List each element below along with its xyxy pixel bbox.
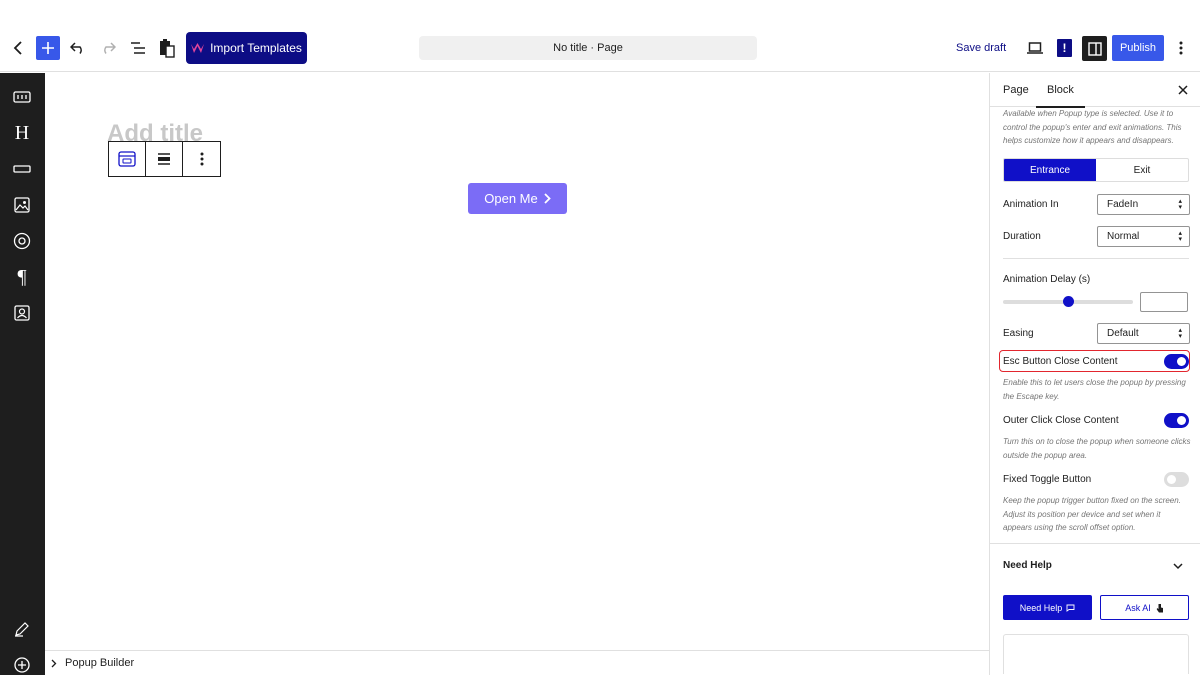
chat-icon [1066,604,1075,612]
heading-icon[interactable]: H [11,122,33,144]
redo-icon[interactable] [98,38,118,58]
tab-block[interactable]: Block [1036,73,1085,108]
outer-click-label: Outer Click Close Content [1003,415,1119,426]
select-arrows-icon: ▴ ▾ [1178,230,1182,243]
breadcrumb-item[interactable]: Popup Builder [65,657,134,669]
animation-in-label: Animation In [1003,199,1059,210]
segment-exit[interactable]: Exit [1096,159,1188,181]
segment-entrance[interactable]: Entrance [1004,159,1096,181]
document-title-bar[interactable]: No title · Page [419,36,757,60]
esc-close-toggle[interactable] [1164,354,1189,369]
open-me-label: Open Me [484,191,538,206]
outer-click-toggle[interactable] [1164,413,1189,428]
block-toolbar [108,141,221,177]
circle-icon[interactable] [11,230,33,252]
esc-close-label: Esc Button Close Content [1003,356,1118,367]
button-icon[interactable] [11,158,33,180]
tab-page[interactable]: Page [1003,73,1029,107]
duration-value: Normal [1107,231,1140,242]
need-help-button[interactable]: Need Help [1003,595,1092,620]
preview-desktop-icon[interactable] [1025,38,1045,58]
image-icon[interactable] [11,194,33,216]
block-inserter-rail: H ¶ [0,73,45,675]
animation-delay-slider[interactable] [1003,296,1133,307]
slider-thumb[interactable] [1062,296,1074,307]
fixed-toggle-help: Keep the popup trigger button fixed on t… [1003,496,1181,532]
undo-icon[interactable] [68,38,88,58]
animation-help-text: Available when Popup type is selected. U… [1003,109,1182,145]
breadcrumb: Popup Builder [45,650,989,675]
pointer-hand-icon [1156,603,1163,612]
easing-label: Easing [1003,328,1034,339]
sidebar-icon [1087,41,1102,56]
duration-select[interactable]: Normal ▴ ▾ [1097,226,1190,247]
editor-canvas: Add title Open Me [45,73,989,650]
chevron-down-icon [1173,563,1183,570]
save-draft-button[interactable]: Save draft [956,36,1006,60]
clipboard-icon[interactable] [157,37,177,59]
block-options-icon[interactable] [183,142,220,176]
add-block-button[interactable] [36,36,60,60]
animation-segment-control: Entrance Exit [1003,158,1189,182]
publish-button[interactable]: Publish [1112,35,1164,61]
fixed-toggle-switch[interactable] [1164,472,1189,487]
templates-logo-icon [191,42,205,53]
close-icon[interactable] [1176,83,1190,97]
settings-sidebar-toggle[interactable] [1082,36,1107,61]
need-help-section-header[interactable]: Need Help [990,543,1200,587]
need-help-heading: Need Help [1003,560,1052,571]
paragraph-icon[interactable]: ¶ [11,266,33,288]
plugin-alert-button[interactable]: ! [1057,39,1072,57]
animation-in-select[interactable]: FadeIn ▴ ▾ [1097,194,1190,215]
ask-ai-button[interactable]: Ask AI [1100,595,1189,620]
open-me-button[interactable]: Open Me [468,183,567,214]
easing-value: Default [1107,328,1139,339]
duration-label: Duration [1003,231,1041,242]
panel-tabs: Page Block [990,73,1200,108]
settings-panel: Page Block Available when Popup type is … [989,73,1200,675]
ask-ai-label: Ask AI [1125,602,1151,613]
animation-in-value: FadeIn [1107,199,1139,210]
options-menu-icon[interactable] [1174,38,1188,58]
need-help-button-label: Need Help [1019,602,1063,613]
popup-block-icon[interactable] [109,142,146,176]
help-card [1003,634,1189,674]
select-arrows-icon: ▴ ▾ [1178,327,1182,340]
animation-delay-label: Animation Delay (s) [1003,274,1091,285]
outer-click-help: Turn this on to close the popup when som… [1003,437,1191,460]
import-templates-label: Import Templates [210,41,302,55]
align-icon[interactable] [146,142,183,176]
select-arrows-icon: ▴ ▾ [1178,198,1182,211]
chevron-right-icon [544,193,551,204]
fixed-toggle-label: Fixed Toggle Button [1003,474,1092,485]
top-toolbar: Import Templates No title · Page Save dr… [0,0,1200,72]
editor-root: Import Templates No title · Page Save dr… [0,0,1200,675]
animation-delay-input[interactable] [1140,292,1188,312]
pencil-icon[interactable] [11,618,33,640]
plus-circle-icon[interactable] [11,654,33,675]
divider [1003,258,1189,259]
document-overview-icon[interactable] [128,38,148,58]
columns-icon[interactable] [11,86,33,108]
back-icon[interactable] [10,38,26,58]
import-templates-button[interactable]: Import Templates [186,32,307,64]
chevron-right-icon [51,659,57,667]
easing-select[interactable]: Default ▴ ▾ [1097,323,1190,344]
document-title: No title · Page [553,42,623,54]
esc-close-help: Enable this to let users close the popup… [1003,378,1186,401]
contact-icon[interactable] [11,302,33,324]
